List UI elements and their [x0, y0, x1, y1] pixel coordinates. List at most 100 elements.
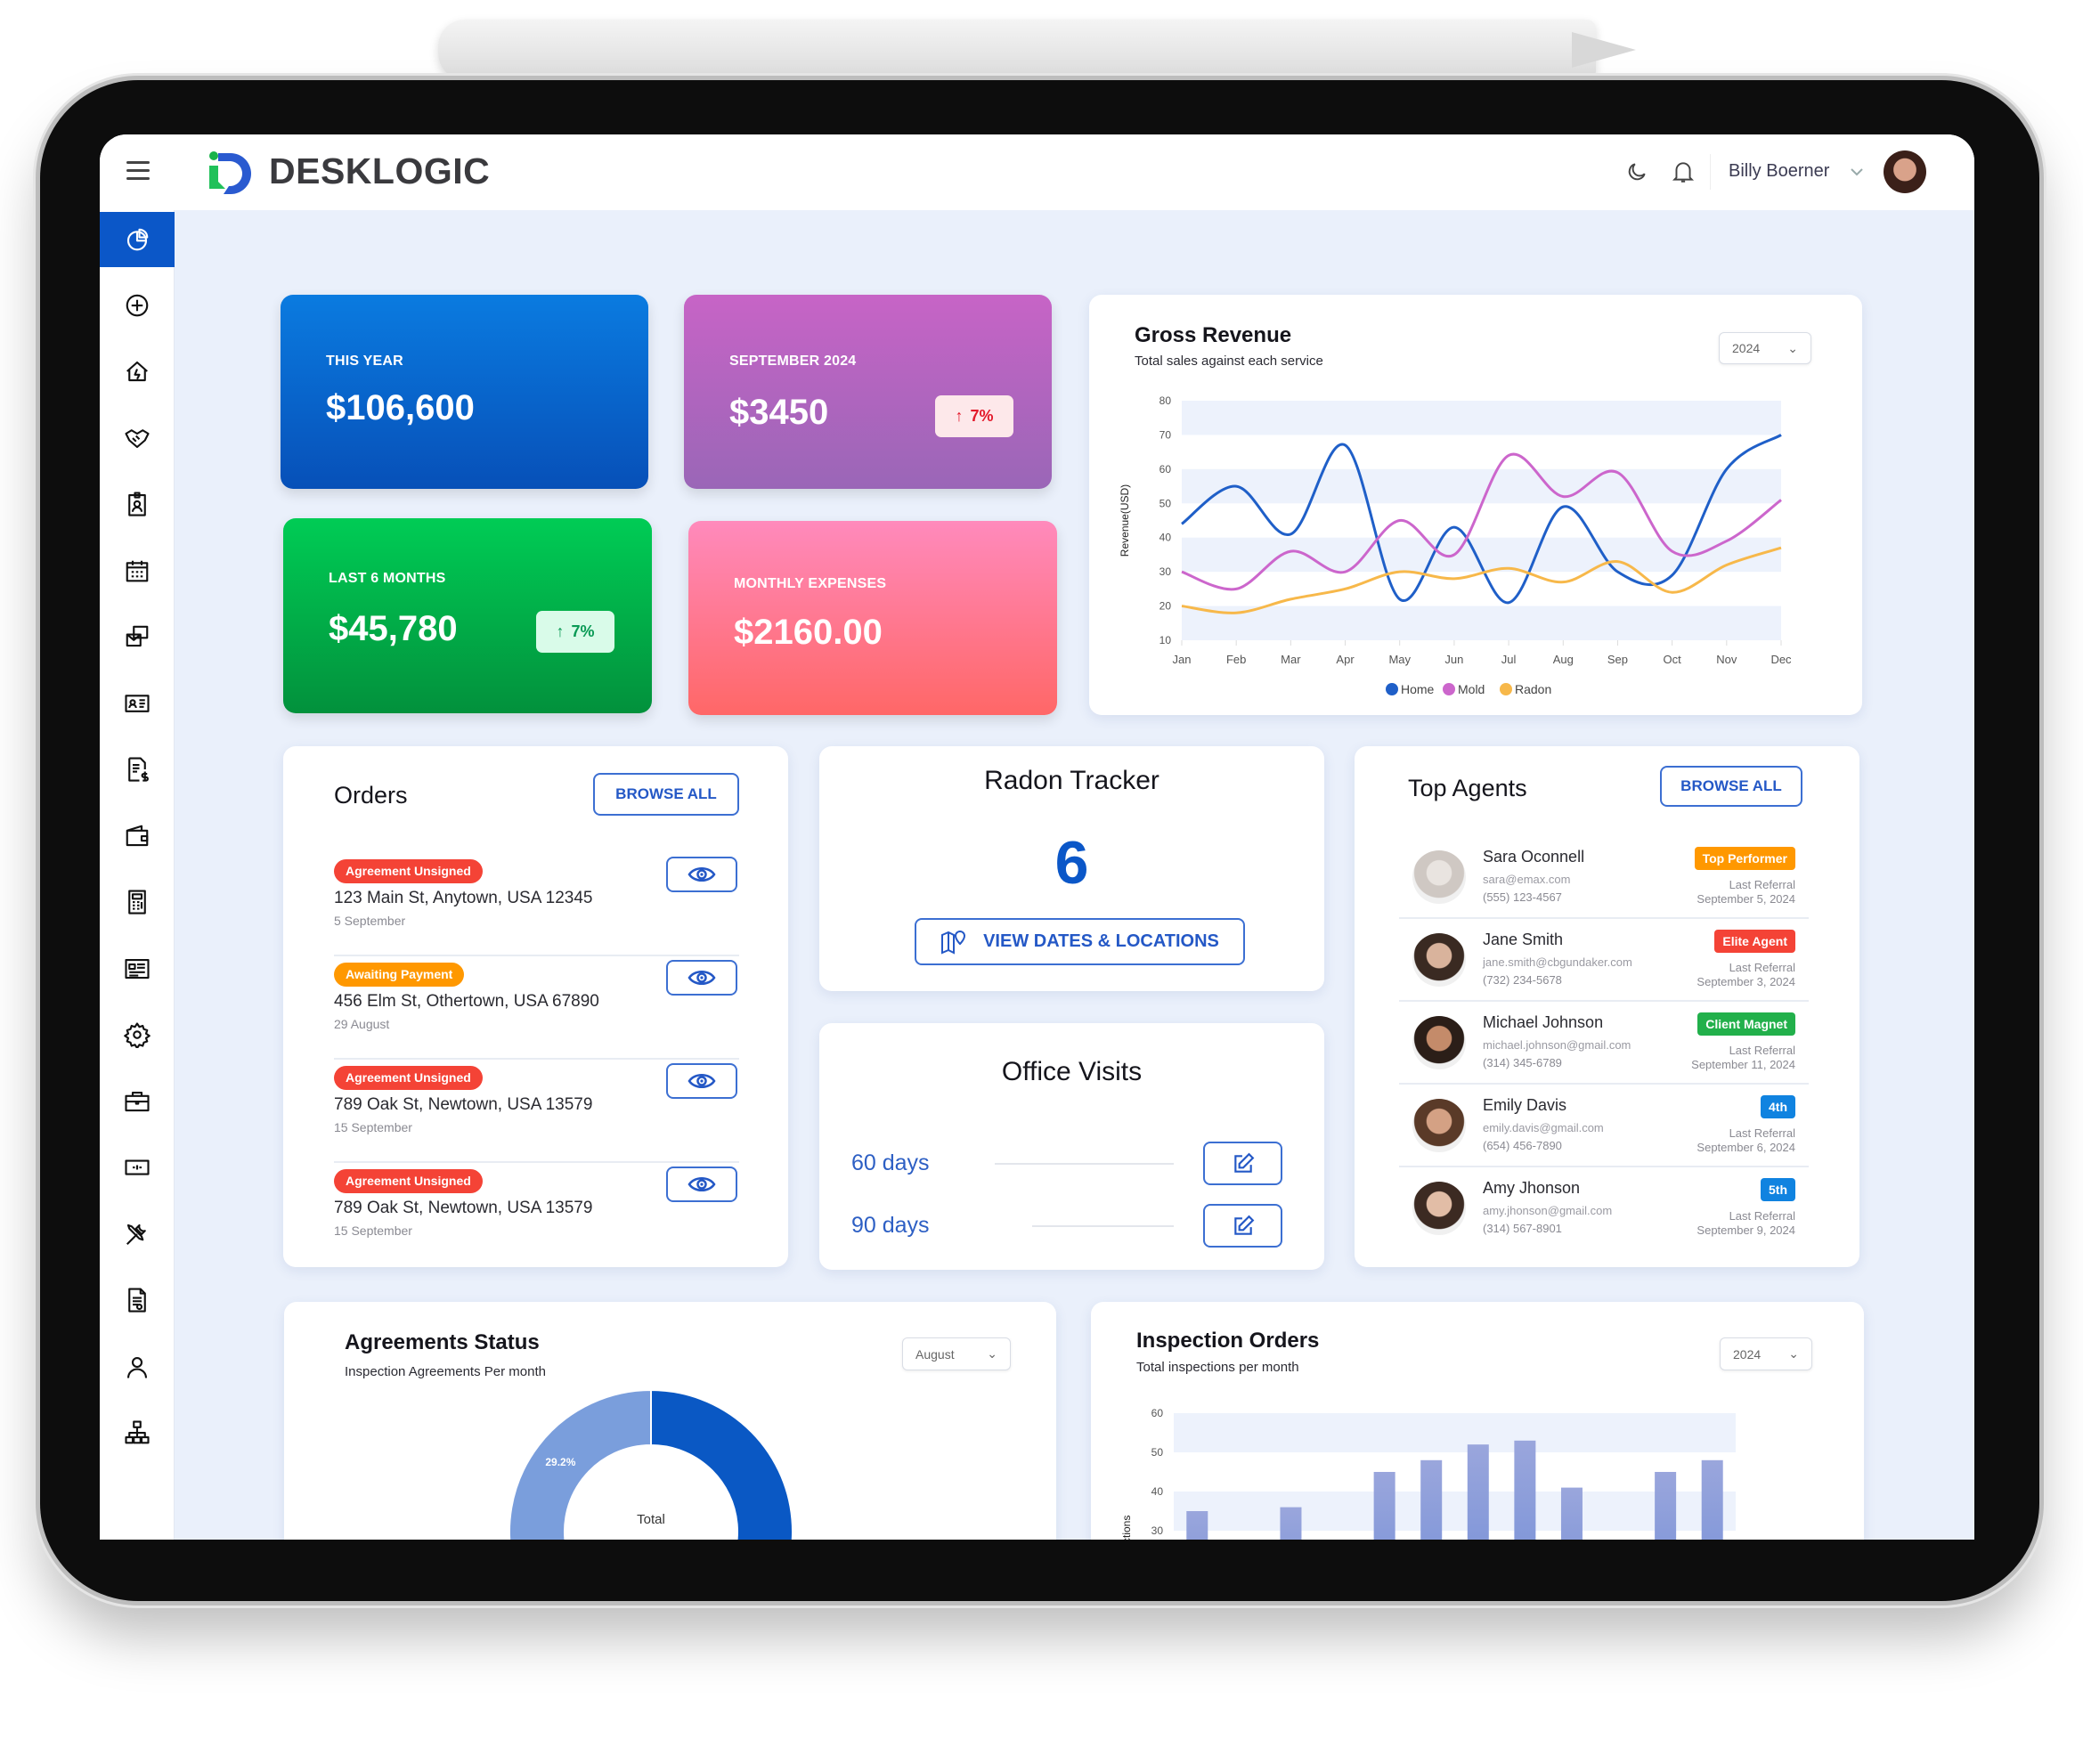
last-referral-label: Last Referral — [1729, 1126, 1795, 1140]
view-order-button[interactable] — [666, 857, 737, 892]
stat-card-last-6-months[interactable]: LAST 6 MONTHS $45,780 ↑ 7% — [283, 518, 652, 713]
agent-email: jane.smith@cbgundaker.com — [1483, 955, 1632, 969]
bar-sep — [1560, 1487, 1583, 1540]
home-icon — [126, 361, 148, 382]
order-date: 15 September — [334, 1223, 412, 1238]
view-order-button[interactable] — [666, 1063, 737, 1099]
order-address: 789 Oak St, Newtown, USA 13579 — [334, 1095, 593, 1114]
add-circle-icon — [126, 294, 149, 316]
y-tick-label: 40 — [1159, 532, 1172, 544]
y-tick-label: 80 — [1159, 394, 1172, 407]
x-tick-label: Dec — [1770, 653, 1792, 666]
view-order-button[interactable] — [666, 960, 737, 996]
sidebar-item-invoice[interactable] — [100, 742, 175, 797]
stat-card-monthly-expenses[interactable]: MONTHLY EXPENSES $2160.00 — [688, 521, 1057, 715]
stat-value: $45,780 — [329, 609, 458, 648]
user-name[interactable]: Billy Boerner — [1729, 161, 1829, 182]
stat-value: $3450 — [729, 393, 829, 432]
notification-bell-icon[interactable] — [1672, 159, 1695, 184]
sidebar-item-document[interactable] — [100, 1272, 175, 1328]
order-address: 789 Oak St, Newtown, USA 13579 — [334, 1199, 593, 1217]
stat-card-september[interactable]: SEPTEMBER 2024 $3450 ↑ 7% — [684, 295, 1052, 489]
y-tick-label: 30 — [1151, 1524, 1164, 1537]
calculator-icon — [128, 890, 146, 915]
orders-browse-all-button[interactable]: BROWSE ALL — [593, 773, 739, 816]
bar-jul — [1467, 1444, 1489, 1540]
y-tick-label: 50 — [1151, 1446, 1164, 1459]
donut-segment-label: 29.2% — [545, 1456, 575, 1468]
y-tick-label: 10 — [1159, 634, 1172, 646]
stat-label: MONTHLY EXPENSES — [734, 576, 887, 591]
agent-name: Emily Davis — [1483, 1096, 1567, 1114]
agent-list-item[interactable]: Emily Davis emily.davis@gmail.com (654) 45… — [1399, 1085, 1809, 1167]
agent-list-item[interactable]: Sara Oconnell sara@emax.com (555) 123-4567… — [1399, 836, 1809, 919]
order-date: 5 September — [334, 914, 406, 928]
last-referral-date: September 9, 2024 — [1697, 1223, 1795, 1237]
eye-icon — [688, 971, 716, 985]
x-tick-label: Feb — [1226, 653, 1246, 666]
stylus-tip — [1572, 32, 1636, 68]
stat-label: SEPTEMBER 2024 — [729, 354, 857, 369]
agents-browse-all-button[interactable]: BROWSE ALL — [1660, 766, 1802, 807]
sidebar-item-calculator[interactable] — [100, 874, 175, 930]
user-avatar[interactable] — [1884, 150, 1926, 193]
agent-avatar — [1412, 1099, 1466, 1152]
sidebar-item-mail-inbox[interactable] — [100, 609, 175, 664]
x-tick-label: Jul — [1501, 653, 1517, 666]
agent-phone: (314) 345-6789 — [1483, 1056, 1562, 1069]
view-order-button[interactable] — [666, 1167, 737, 1202]
view-dates-locations-button[interactable]: VIEW DATES & LOCATIONS — [915, 918, 1245, 965]
sidebar-item-form-list[interactable] — [100, 941, 175, 996]
y-axis-label: Revenue(USD) — [1119, 484, 1131, 557]
sidebar-item-gear[interactable] — [100, 1007, 175, 1062]
sidebar-item-add-circle[interactable] — [100, 278, 175, 333]
order-status-badge: Agreement Unsigned — [334, 859, 483, 883]
y-tick-label: 50 — [1159, 497, 1172, 509]
agent-phone: (732) 234-5678 — [1483, 973, 1562, 987]
bar-nov — [1655, 1472, 1677, 1540]
office-visits-card: Office Visits 60 days 90 days — [819, 1023, 1324, 1270]
bar-mar — [1280, 1507, 1302, 1540]
gross-revenue-line-chart: 10 20 30 40 50 60 70 80 Jan Feb Mar Apr May Jun Jul Aug… — [1119, 394, 1792, 696]
order-date: 15 September — [334, 1120, 412, 1134]
sidebar-item-briefcase[interactable] — [100, 1074, 175, 1129]
sidebar-item-contact-card[interactable] — [100, 676, 175, 731]
gear-icon — [124, 1022, 151, 1048]
x-tick-label: Mar — [1281, 653, 1301, 666]
visit-row-label: 90 days — [851, 1213, 930, 1238]
bar-aug — [1514, 1440, 1536, 1540]
sidebar-item-calendar[interactable] — [100, 543, 175, 598]
agent-list-item[interactable]: Amy Jhonson amy.jhonson@gmail.com (314) 56… — [1399, 1167, 1809, 1250]
order-address: 123 Main St, Anytown, USA 12345 — [334, 889, 593, 907]
bar-jan — [1186, 1511, 1208, 1540]
eye-icon — [688, 1074, 716, 1088]
sidebar-item-home[interactable] — [100, 344, 175, 399]
sidebar-item-ticket[interactable] — [100, 1140, 175, 1195]
sidebar-item-id-badge[interactable] — [100, 476, 175, 532]
agent-list-item[interactable]: Michael Johnson michael.johnson@gmail.com… — [1399, 1002, 1809, 1085]
stat-card-this-year[interactable]: THIS YEAR $106,600 — [281, 295, 648, 489]
sidebar-item-pie-chart[interactable] — [100, 212, 175, 267]
sidebar-item-sitemap[interactable] — [100, 1405, 175, 1460]
edit-90-days-button[interactable] — [1203, 1204, 1282, 1248]
hamburger-menu-icon[interactable] — [126, 161, 150, 180]
sidebar-item-tools[interactable] — [100, 1207, 175, 1262]
radon-count: 6 — [1054, 829, 1089, 897]
y-tick-label: 20 — [1159, 600, 1172, 613]
agent-list-item[interactable]: Jane Smith jane.smith@cbgundaker.com (732)… — [1399, 919, 1809, 1002]
sidebar-item-handshake[interactable] — [100, 411, 175, 466]
y-axis-label: Inspections — [1120, 1516, 1133, 1540]
sidebar-item-user[interactable] — [100, 1339, 175, 1394]
edit-60-days-button[interactable] — [1203, 1142, 1282, 1185]
chevron-down-icon[interactable] — [1850, 167, 1864, 177]
card-title: Radon Tracker — [984, 766, 1159, 795]
sidebar-item-wallet[interactable] — [100, 809, 175, 864]
dark-mode-moon-icon[interactable] — [1625, 160, 1648, 183]
inspection-bar-chart: 30 40 50 60 Inspections — [1120, 1407, 1736, 1540]
contact-card-icon — [125, 694, 150, 712]
eye-icon — [688, 1177, 716, 1191]
bar-may — [1373, 1472, 1395, 1540]
bar-jun — [1420, 1459, 1443, 1540]
y-tick-label: 60 — [1159, 463, 1172, 476]
tools-icon — [126, 1223, 146, 1245]
